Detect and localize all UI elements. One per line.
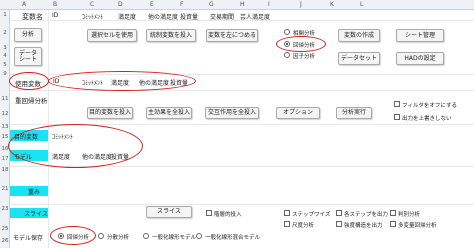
row-header[interactable]: 1 [0,12,10,18]
variable-name-label: 変数名 [22,13,43,21]
dataset-button[interactable]: データセット [338,52,380,65]
weight-label: 重み [28,189,41,196]
data-sheet-label-2: シート [18,55,37,63]
row-header[interactable]: 13 [0,124,10,130]
data-sheet-button[interactable]: データ シート [14,47,42,66]
run-analysis-button[interactable]: 分析実行 [336,107,372,119]
stepwise-label: ステップワイズ [292,212,331,218]
weight-cell[interactable]: 重み [10,186,48,196]
variable-trade-period[interactable]: 交易期間 [210,12,234,21]
row-header[interactable]: 4 [0,53,10,59]
annotation-ellipse-save-regression [50,226,96,245]
row-header[interactable]: 17 [0,156,10,162]
column-header-j[interactable]: J [300,1,302,8]
add-interactions-button[interactable]: 交互作用を全投入 [205,107,259,119]
row-header[interactable]: 26 [0,238,10,244]
column-header-g[interactable]: G [209,1,214,8]
row-header[interactable]: 9 [0,71,10,77]
column-header-i[interactable]: I [268,1,270,8]
column-header-f[interactable]: F [180,1,183,8]
slice-cell[interactable]: スライス [10,208,48,218]
annotation-ellipse-model [8,124,143,168]
each-step-label: 各ステップを出力 [344,212,389,218]
column-header-h[interactable]: H [240,1,245,8]
multivariate-regression-label: 多変量回帰分析 [398,223,437,229]
radio-save-glmm[interactable] [196,233,202,239]
strength-structure-label: 強度構造を出力 [344,223,383,229]
column-header-d[interactable]: D [118,1,123,8]
scale-analysis-label: 尺度分析 [292,223,315,229]
column-header-k[interactable]: K [330,1,334,8]
variable-investment[interactable]: 投資量 [180,12,198,21]
use-selected-cells-button[interactable]: 選択セルを使用 [87,29,137,42]
create-variable-button[interactable]: 変数の作成 [338,29,380,42]
regression-section-title: 重回帰分析 [15,97,48,105]
row-header-bar: 1 2 3 4 5 9 11 12 13 15 16 17 18 21 23 2… [0,10,10,248]
row-header[interactable]: 12 [0,111,10,117]
scale-analysis-checkbox[interactable] [284,221,290,227]
annotation-ellipse-used-vars [48,71,196,91]
annotation-ellipse-regression [276,36,326,52]
add-control-variables-button[interactable]: 統制変数を投入 [146,29,196,42]
filter-off-checkbox[interactable] [394,101,400,107]
add-target-variable-button[interactable]: 目的変数を投入 [87,107,133,119]
column-header-l[interactable]: L [360,1,363,8]
row-header[interactable]: 2 [0,30,10,36]
strength-structure-checkbox[interactable] [336,221,342,227]
row-header[interactable]: 5 [0,62,10,68]
had-settings-button[interactable]: HADの設定 [396,52,444,65]
options-button[interactable]: オプション [276,107,320,119]
column-header-e[interactable]: E [150,1,154,8]
each-step-checkbox[interactable] [336,210,342,216]
radio-save-glm-label: 一般化線形モデル [152,235,197,241]
radio-correlation[interactable] [284,29,290,35]
stepwise-checkbox[interactable] [284,210,290,216]
row-header[interactable]: 23 [0,206,10,212]
row-header[interactable]: 3 [0,45,10,51]
variable-performer-satisfaction[interactable]: 芸人満足度 [240,12,270,21]
discriminant-label: 判別分析 [398,212,421,218]
radio-factor[interactable] [284,52,290,58]
radio-save-glm[interactable] [143,233,149,239]
filter-off-label: フィルタをオフにする [402,103,457,109]
row-header[interactable]: 11 [0,96,10,102]
multivariate-regression-checkbox[interactable] [390,221,396,227]
variable-other-satisfaction[interactable]: 他の満足度 [148,12,178,21]
grid-line [10,204,474,205]
column-header-bar: A B C D E F G H I J K L [0,0,474,10]
variable-id[interactable]: ID [52,12,58,19]
sheet-management-button[interactable]: シート管理 [396,29,444,42]
add-main-effects-button[interactable]: 主効果を全投入 [146,107,192,119]
discriminant-checkbox[interactable] [390,210,396,216]
analysis-button[interactable]: 分析 [14,28,42,42]
grid-line [10,90,474,91]
variable-commitment[interactable]: ｺﾐｯﾄﾒﾝﾄ [82,12,103,21]
variable-satisfaction[interactable]: 満足度 [118,12,136,21]
radio-save-glmm-label: 一般化線形混合モデル [205,235,261,241]
annotation-ellipse-used-label [9,72,49,90]
hierarchical-entry-checkbox[interactable] [206,210,212,216]
slice-button[interactable]: スライス [146,206,192,218]
radio-save-anova-label: 分散分析 [107,235,130,241]
radio-factor-label: 因子分析 [293,54,316,60]
radio-save-anova[interactable] [98,233,104,239]
row-header[interactable]: 21 [0,186,10,192]
column-header-b[interactable]: B [53,1,57,8]
row-header[interactable]: 18 [0,167,10,173]
slice-label: スライス [24,211,48,218]
column-header-a[interactable]: A [22,1,26,8]
row-header[interactable]: 15 [0,134,10,140]
shift-variables-left-button[interactable]: 変数を左につめる [206,29,258,42]
no-overwrite-checkbox[interactable] [394,114,400,120]
hierarchical-entry-label: 階層的投入 [214,212,242,218]
model-save-label: モデル保存 [13,235,44,242]
row-header[interactable]: 25 [0,226,10,232]
no-overwrite-label: 出力を上書きしない [402,116,452,122]
column-header-c[interactable]: C [90,1,94,8]
